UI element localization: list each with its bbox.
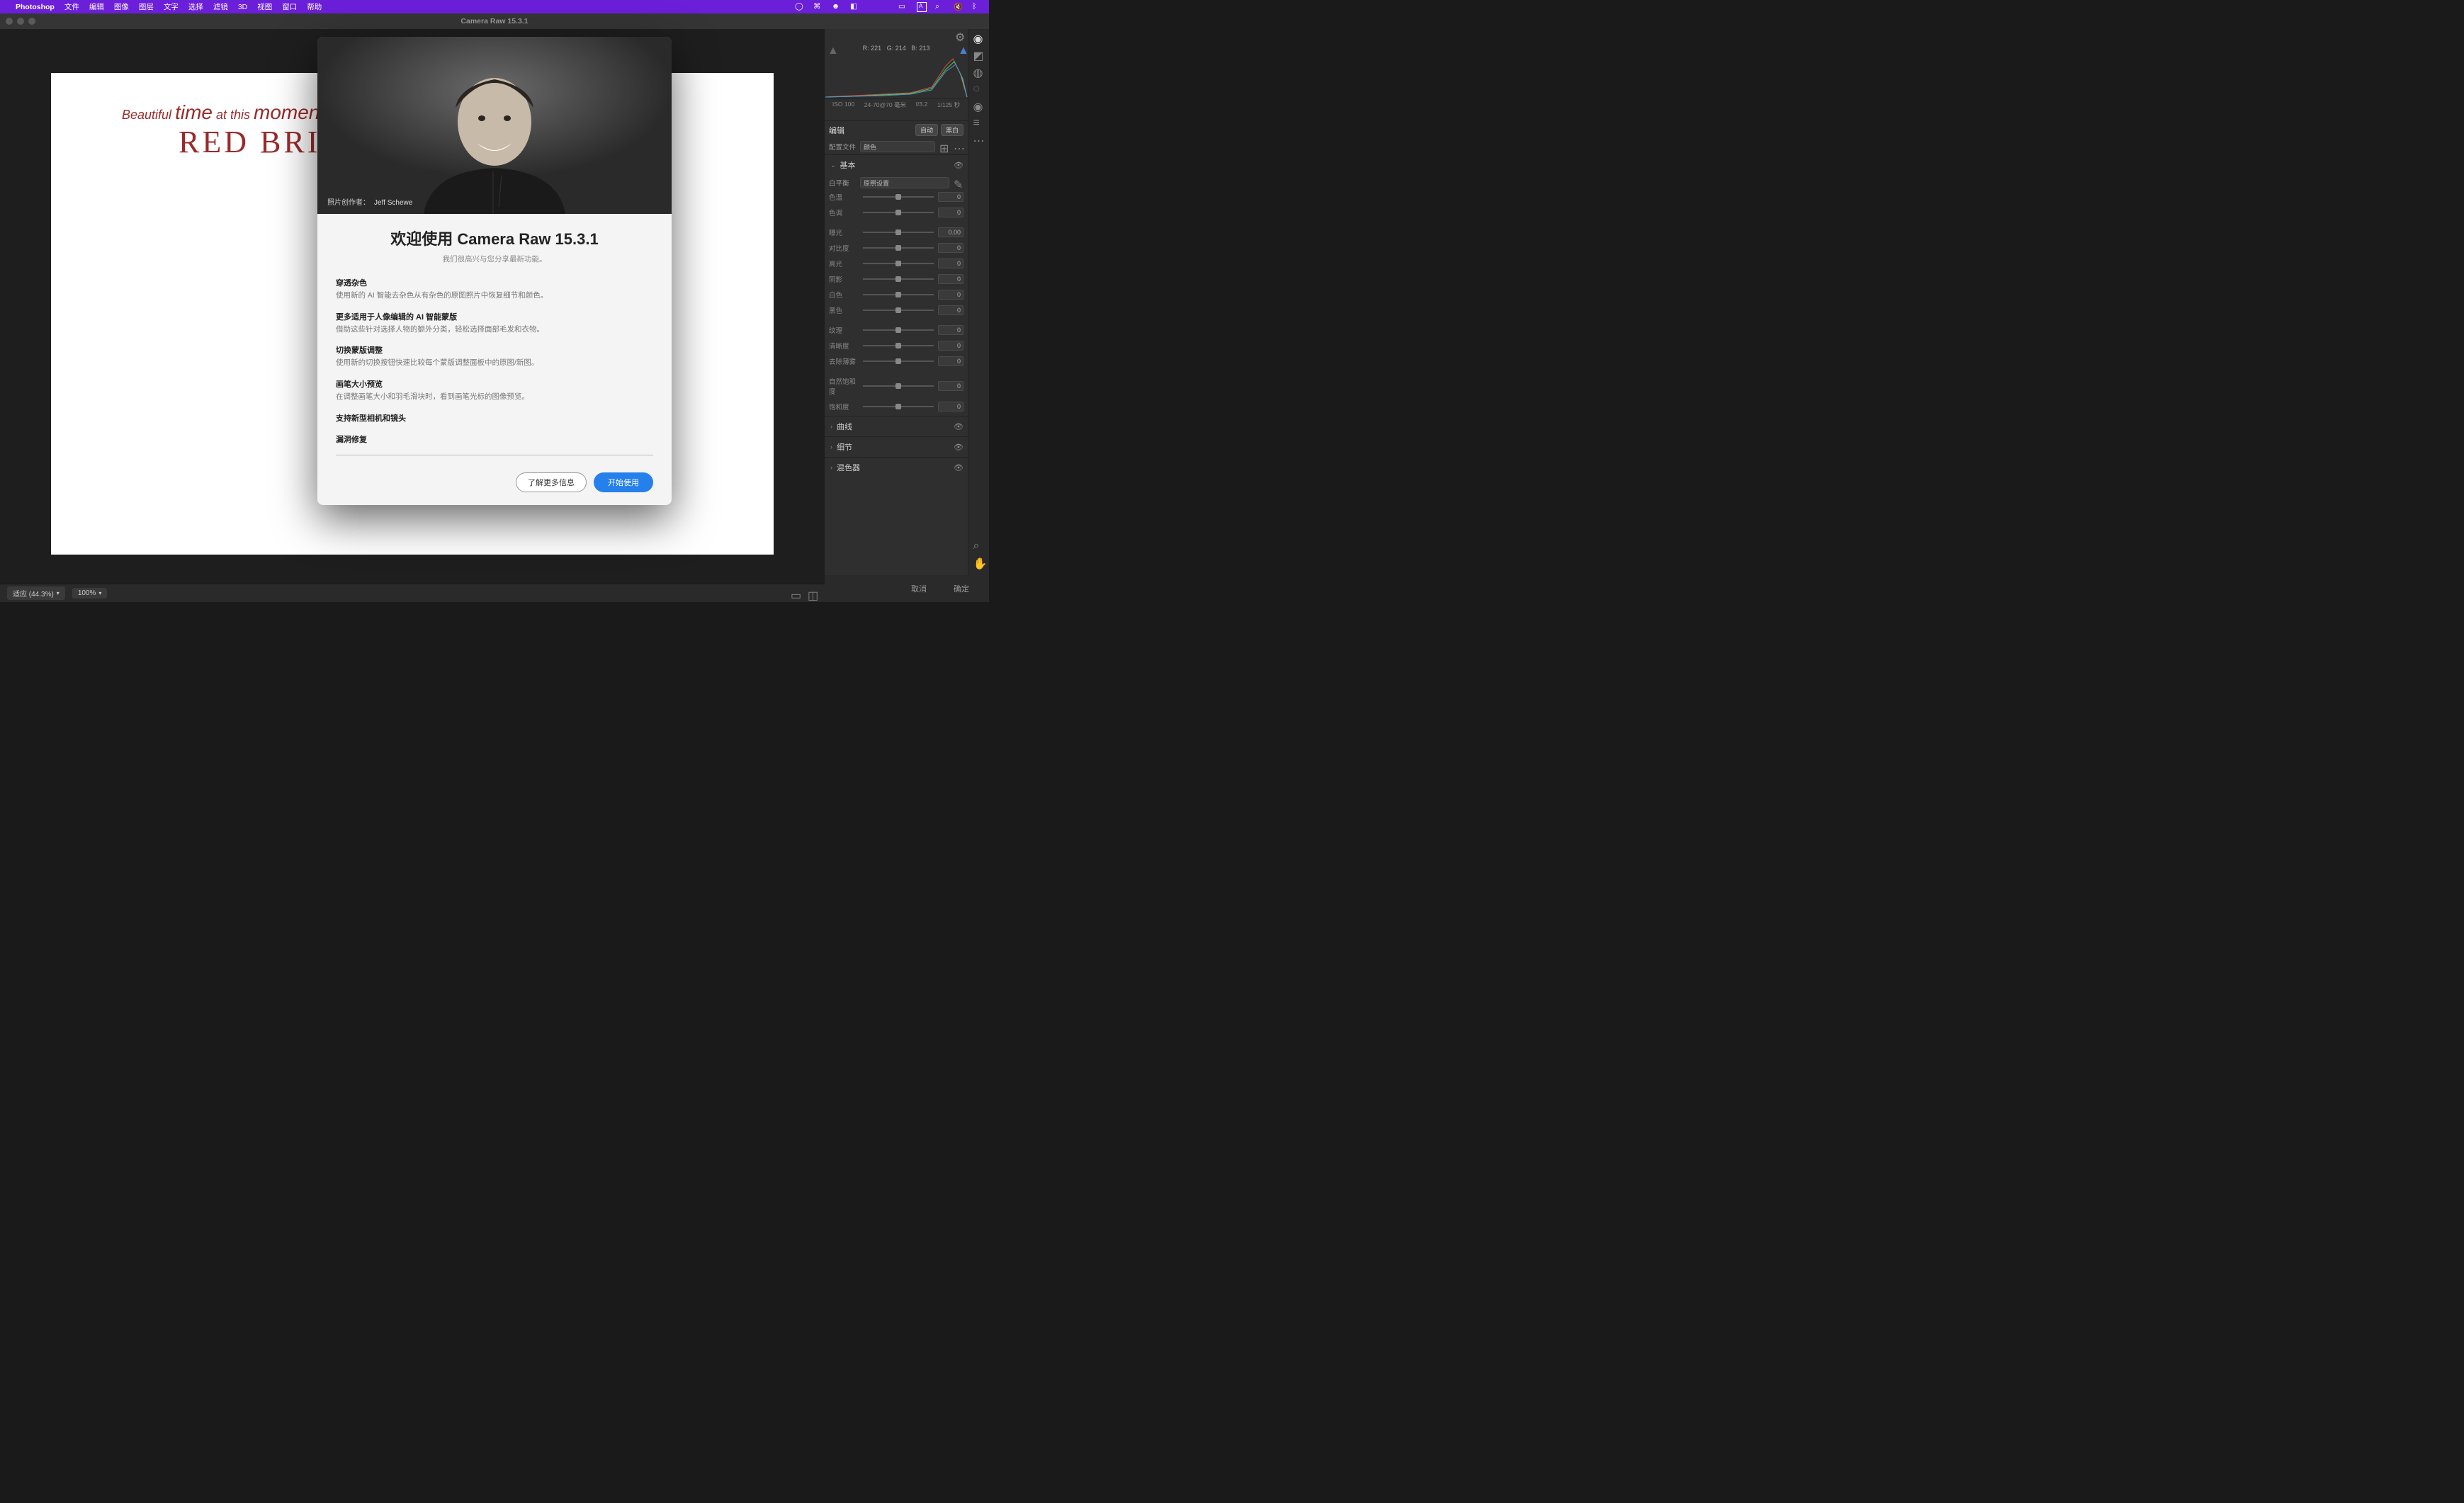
modal-hero: 照片创作者：Jeff Schewe [317, 37, 672, 214]
feature-title: 支持新型相机和镜头 [336, 412, 653, 424]
modal-subtitle: 我们很高兴与您分享最新功能。 [336, 254, 653, 264]
feature-item: 漏洞修复 [336, 433, 653, 445]
feature-item: 支持新型相机和镜头 [336, 412, 653, 424]
get-started-button[interactable]: 开始使用 [594, 472, 653, 492]
feature-desc: 借助这些针对选择人物的额外分类，轻松选择面部毛发和衣物。 [336, 324, 653, 335]
feature-title: 更多适用于人像编辑的 AI 智能蒙版 [336, 311, 653, 322]
feature-desc: 在调整画笔大小和羽毛滑块时，看到画笔光标的图像预览。 [336, 392, 653, 402]
feature-desc: 使用新的 AI 智能去杂色从有杂色的原图照片中恢复细节和颜色。 [336, 290, 653, 301]
feature-item: 更多适用于人像编辑的 AI 智能蒙版借助这些针对选择人物的额外分类，轻松选择面部… [336, 311, 653, 335]
modal-title: 欢迎使用 Camera Raw 15.3.1 [336, 227, 653, 249]
modal-overlay: 照片创作者：Jeff Schewe 欢迎使用 Camera Raw 15.3.1… [0, 0, 989, 602]
feature-item: 切换蒙版调整使用新的切换按钮快速比较每个蒙版调整面板中的原图/新图。 [336, 344, 653, 368]
feature-title: 切换蒙版调整 [336, 344, 653, 356]
welcome-modal: 照片创作者：Jeff Schewe 欢迎使用 Camera Raw 15.3.1… [317, 37, 672, 505]
feature-title: 漏洞修复 [336, 433, 653, 445]
feature-item: 穿透杂色使用新的 AI 智能去杂色从有杂色的原图照片中恢复细节和颜色。 [336, 277, 653, 301]
portrait-image [317, 37, 672, 214]
photo-credit: 照片创作者：Jeff Schewe [327, 196, 412, 207]
feature-title: 穿透杂色 [336, 277, 653, 288]
feature-title: 画笔大小预览 [336, 378, 653, 390]
feature-item: 画笔大小预览在调整画笔大小和羽毛滑块时，看到画笔光标的图像预览。 [336, 378, 653, 402]
feature-desc: 使用新的切换按钮快速比较每个蒙版调整面板中的原图/新图。 [336, 358, 653, 368]
learn-more-button[interactable]: 了解更多信息 [516, 472, 587, 492]
